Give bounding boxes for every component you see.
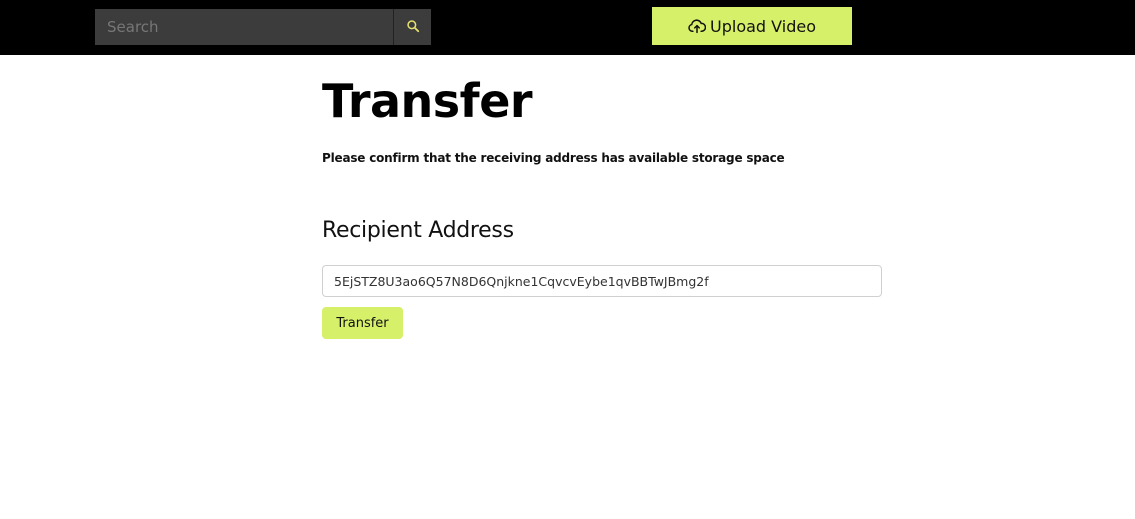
search-input[interactable] bbox=[95, 9, 393, 45]
top-navbar: Upload Video bbox=[0, 0, 1135, 55]
upload-video-button[interactable]: Upload Video bbox=[652, 7, 852, 45]
page-subtitle: Please confirm that the receiving addres… bbox=[322, 151, 785, 165]
recipient-address-heading: Recipient Address bbox=[322, 218, 514, 243]
recipient-address-input[interactable] bbox=[322, 265, 882, 297]
transfer-panel: Transfer Please confirm that the receivi… bbox=[322, 70, 882, 339]
search-icon bbox=[406, 19, 420, 36]
page-title: Transfer bbox=[322, 74, 533, 128]
search-button[interactable] bbox=[393, 9, 431, 45]
search-bar bbox=[95, 9, 431, 45]
transfer-button[interactable]: Transfer bbox=[322, 307, 403, 339]
cloud-upload-icon bbox=[688, 18, 706, 34]
upload-video-label: Upload Video bbox=[710, 16, 816, 36]
